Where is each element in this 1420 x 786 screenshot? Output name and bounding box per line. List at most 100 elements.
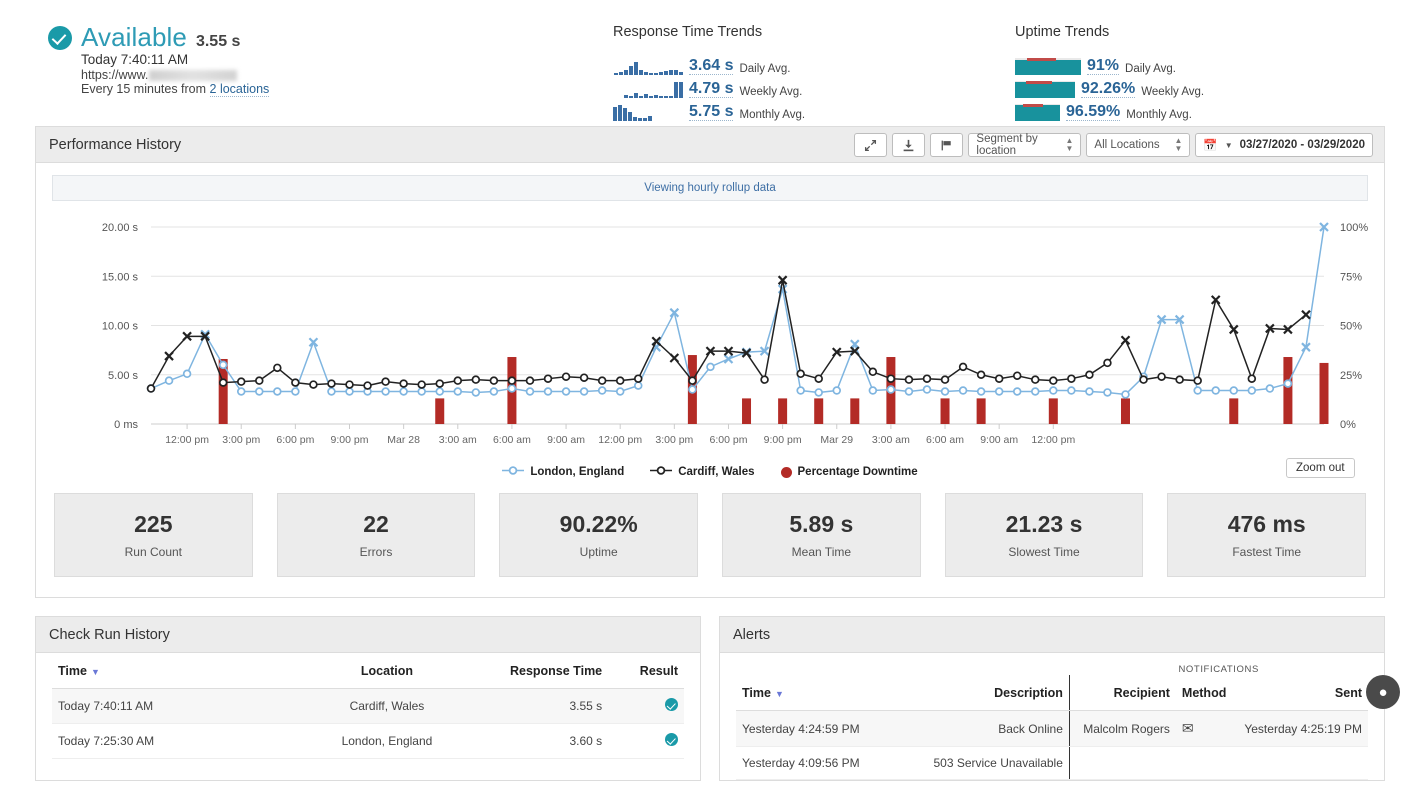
- chart-point[interactable]: [868, 367, 878, 377]
- table-row[interactable]: Today 7:25:30 AM London, England 3.60 s: [52, 723, 684, 759]
- chart-point[interactable]: [543, 387, 553, 396]
- column-header-description[interactable]: Description: [902, 675, 1070, 711]
- chart-point[interactable]: [273, 387, 282, 396]
- downtime-bar[interactable]: [742, 398, 752, 424]
- chart-point[interactable]: [796, 369, 805, 379]
- segment-by-location-select[interactable]: Segment by location ▲ ▼: [968, 133, 1082, 157]
- chart-point[interactable]: [1049, 376, 1058, 385]
- chart-point[interactable]: [507, 376, 517, 385]
- chart-point[interactable]: [561, 372, 571, 381]
- chart-point[interactable]: [453, 387, 463, 396]
- chart-point[interactable]: [597, 386, 607, 395]
- chart-point-error[interactable]: [669, 353, 680, 363]
- chart-point[interactable]: [381, 377, 390, 386]
- chart-point[interactable]: [615, 387, 625, 396]
- chart-point[interactable]: [1211, 386, 1220, 395]
- chart-point[interactable]: [471, 388, 481, 397]
- chart-point[interactable]: [1012, 387, 1022, 396]
- downtime-bar[interactable]: [850, 398, 860, 424]
- chart-point[interactable]: [399, 387, 408, 396]
- trend-value[interactable]: 92.26%: [1081, 80, 1136, 98]
- chart-point[interactable]: [1247, 386, 1257, 395]
- chart-point[interactable]: [236, 387, 246, 396]
- chart-point-error[interactable]: [1120, 335, 1131, 346]
- chart-point[interactable]: [1193, 376, 1202, 385]
- chart-point[interactable]: [922, 385, 932, 394]
- expand-arrows-icon[interactable]: [854, 133, 888, 157]
- trend-value[interactable]: 96.59%: [1066, 103, 1121, 121]
- chart-point[interactable]: [489, 376, 499, 385]
- chart-point[interactable]: [1031, 387, 1040, 396]
- chart-point[interactable]: [940, 375, 950, 384]
- column-header-time[interactable]: Time ▼: [52, 653, 305, 689]
- downtime-bar[interactable]: [435, 398, 445, 424]
- column-header-sent[interactable]: Sent: [1238, 675, 1368, 711]
- chart-point[interactable]: [1157, 372, 1166, 381]
- chart-point[interactable]: [976, 387, 986, 396]
- chart-point[interactable]: [868, 386, 878, 395]
- chart-point[interactable]: [507, 384, 517, 393]
- chart-point[interactable]: [597, 376, 607, 385]
- chart-point[interactable]: [236, 377, 246, 386]
- chart-point[interactable]: [706, 362, 715, 372]
- chart-point[interactable]: [291, 387, 300, 396]
- chart-point[interactable]: [1175, 375, 1184, 384]
- chart-point[interactable]: [994, 374, 1004, 383]
- downtime-bar[interactable]: [1120, 398, 1130, 424]
- column-header-response-time[interactable]: Response Time: [469, 653, 609, 689]
- column-header-time[interactable]: Time ▼: [736, 675, 903, 711]
- chart-point[interactable]: [399, 379, 408, 388]
- rollup-banner[interactable]: Viewing hourly rollup data: [52, 175, 1368, 201]
- chart-point[interactable]: [525, 387, 535, 396]
- chart-point[interactable]: [525, 376, 535, 385]
- chart-point[interactable]: [1265, 384, 1275, 393]
- performance-chart[interactable]: 0 ms 5.00 s 10.00 s 15.00 s 20.00 s 0% 25% 50% 7…: [36, 209, 1384, 478]
- chart-point[interactable]: [886, 374, 896, 383]
- chart-point[interactable]: [922, 374, 932, 383]
- trend-value[interactable]: 91%: [1087, 57, 1120, 75]
- date-range-picker[interactable]: 📅 ▼ 03/27/2020 - 03/29/2020: [1195, 133, 1373, 157]
- chart-point[interactable]: [471, 375, 481, 384]
- location-filter-select[interactable]: All Locations ▲ ▼: [1086, 133, 1191, 157]
- chart-point[interactable]: [1103, 388, 1112, 397]
- chart-point[interactable]: [453, 376, 463, 385]
- chart-point[interactable]: [633, 381, 643, 390]
- downtime-bar[interactable]: [814, 398, 824, 424]
- chart-point[interactable]: [182, 369, 192, 379]
- trend-value[interactable]: 4.79 s: [689, 80, 734, 98]
- chart-point[interactable]: [164, 376, 174, 385]
- chart-point[interactable]: [273, 363, 282, 373]
- chart-point[interactable]: [218, 360, 228, 370]
- trend-value[interactable]: 3.64 s: [689, 57, 734, 75]
- chart-point[interactable]: [1247, 374, 1257, 383]
- chart-point[interactable]: [760, 375, 769, 384]
- downtime-bar[interactable]: [778, 398, 788, 424]
- chart-point[interactable]: [814, 374, 823, 383]
- chart-point[interactable]: [1283, 379, 1293, 388]
- column-header-result[interactable]: Result: [608, 653, 684, 689]
- chart-point-error[interactable]: [308, 337, 319, 348]
- chart-point[interactable]: [255, 376, 264, 385]
- chart-point[interactable]: [417, 380, 426, 389]
- chart-point[interactable]: [435, 379, 444, 388]
- trend-value[interactable]: 5.75 s: [689, 103, 734, 121]
- chart-point[interactable]: [976, 370, 986, 380]
- downtime-bar[interactable]: [1319, 362, 1329, 424]
- downtime-bar[interactable]: [1048, 398, 1058, 424]
- chart-point[interactable]: [1103, 358, 1112, 368]
- chart-point[interactable]: [615, 376, 625, 385]
- table-row[interactable]: Yesterday 4:09:56 PM 503 Service Unavaila…: [736, 746, 1368, 780]
- downtime-bar[interactable]: [976, 398, 986, 424]
- chart-point[interactable]: [435, 387, 444, 396]
- download-icon[interactable]: [892, 133, 926, 157]
- chart-point[interactable]: [796, 386, 805, 395]
- chart-point[interactable]: [417, 387, 426, 396]
- chart-point[interactable]: [1012, 371, 1022, 380]
- chart-point[interactable]: [1031, 375, 1040, 384]
- chart-point[interactable]: [814, 388, 823, 397]
- column-header-recipient[interactable]: Recipient: [1068, 675, 1176, 711]
- chart-point[interactable]: [309, 380, 318, 389]
- chart-point[interactable]: [345, 387, 354, 396]
- downtime-bar[interactable]: [1229, 398, 1239, 424]
- chart-point[interactable]: [381, 387, 390, 396]
